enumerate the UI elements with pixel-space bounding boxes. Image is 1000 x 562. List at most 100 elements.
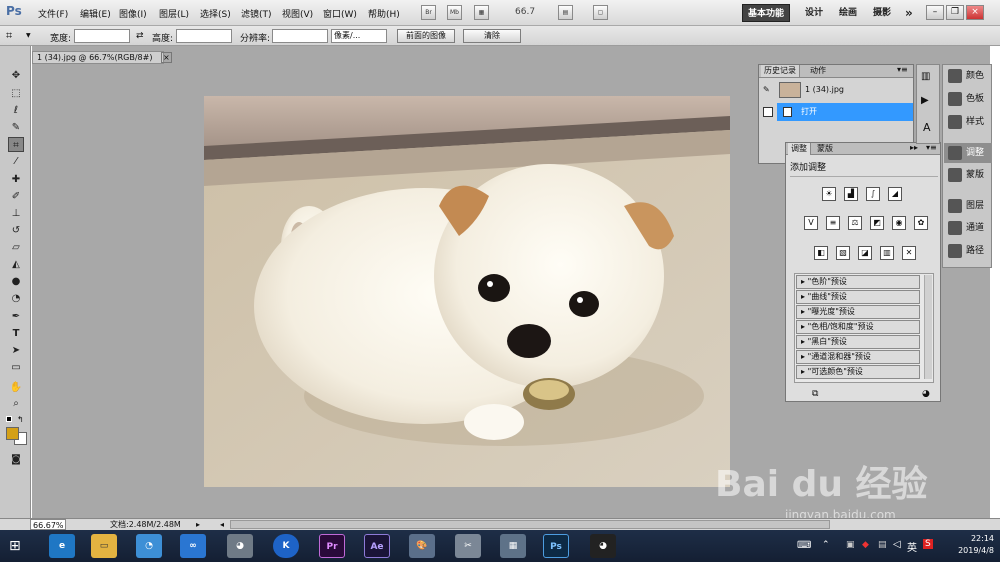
type-tool-icon[interactable]: T bbox=[8, 326, 24, 341]
levels-icon[interactable]: ▟ bbox=[844, 187, 858, 201]
document-image[interactable] bbox=[204, 96, 730, 487]
screen-mode-icon[interactable]: ▢ bbox=[593, 5, 608, 20]
browser-icon[interactable]: ◔ bbox=[136, 534, 162, 558]
posterize-icon[interactable]: ▧ bbox=[836, 246, 850, 260]
menu-file[interactable]: 文件(F) bbox=[38, 7, 68, 20]
paint-icon[interactable]: 🎨 bbox=[409, 534, 435, 558]
menu-edit[interactable]: 编辑(E) bbox=[80, 7, 111, 20]
preset-hue-saturation[interactable]: ▸ "色相/饱和度"预设 bbox=[796, 320, 920, 334]
dock-paths[interactable]: 路径 bbox=[944, 241, 992, 261]
collapse-icon[interactable]: ▸▸ bbox=[910, 143, 918, 152]
tray-antivirus-icon[interactable]: ◆ bbox=[862, 540, 869, 550]
sogou-ime-icon[interactable]: S bbox=[923, 539, 933, 549]
preset-exposure[interactable]: ▸ "曝光度"预设 bbox=[796, 305, 920, 319]
actions-dock-icon[interactable]: ▶ bbox=[921, 95, 929, 106]
history-step-row[interactable]: 打开 bbox=[759, 103, 913, 121]
healing-brush-tool-icon[interactable]: ✚ bbox=[8, 172, 24, 187]
qq-icon[interactable]: ◕ bbox=[590, 534, 616, 558]
workspace-basic[interactable]: 基本功能 bbox=[742, 4, 791, 22]
invert-icon[interactable]: ◧ bbox=[814, 246, 828, 260]
chevron-down-icon[interactable]: ▼ bbox=[26, 32, 31, 39]
resolution-unit-select[interactable]: 像素/... bbox=[331, 29, 387, 43]
history-dock-icon[interactable]: ▥ bbox=[921, 71, 930, 82]
quick-select-tool-icon[interactable]: ✎ bbox=[8, 120, 24, 135]
network-icon[interactable]: ▤ bbox=[878, 540, 887, 550]
arrange-documents-icon[interactable]: ▤ bbox=[558, 5, 573, 20]
zoom-tool-icon[interactable]: ⌕ bbox=[8, 396, 24, 411]
brightness-contrast-icon[interactable]: ☀ bbox=[822, 187, 836, 201]
dock-channels[interactable]: 通道 bbox=[944, 218, 992, 238]
gradient-map-icon[interactable]: ▥ bbox=[880, 246, 894, 260]
workspace-design[interactable]: 设计 bbox=[800, 4, 828, 22]
preset-levels[interactable]: ▸ "色阶"预设 bbox=[796, 275, 920, 289]
marquee-tool-icon[interactable]: ⬚ bbox=[8, 86, 24, 101]
move-tool-icon[interactable]: ✥ bbox=[8, 68, 24, 83]
dock-masks[interactable]: 蒙版 bbox=[944, 165, 992, 185]
curves-icon[interactable]: ∫ bbox=[866, 187, 880, 201]
exposure-icon[interactable]: ◢ bbox=[888, 187, 902, 201]
close-icon[interactable]: × bbox=[966, 5, 984, 20]
dock-layers[interactable]: 图层 bbox=[944, 196, 992, 216]
preset-black-white[interactable]: ▸ "黑白"预设 bbox=[796, 335, 920, 349]
swap-icon[interactable]: ⇄ bbox=[136, 31, 144, 41]
preset-selective-color[interactable]: ▸ "可选颜色"预设 bbox=[796, 365, 920, 379]
premiere-icon[interactable]: Pr bbox=[319, 534, 345, 558]
pen-tool-icon[interactable]: ✒ bbox=[8, 309, 24, 324]
workspace-paint[interactable]: 绘画 bbox=[834, 4, 862, 22]
height-input[interactable] bbox=[176, 29, 232, 43]
view-extras-icon[interactable]: ▦ bbox=[474, 5, 489, 20]
clone-stamp-tool-icon[interactable]: ⊥ bbox=[8, 206, 24, 221]
swap-colors-icon[interactable]: ↰ bbox=[17, 415, 24, 424]
brush-tool-icon[interactable]: ✐ bbox=[8, 189, 24, 204]
source-brush-icon[interactable]: ✎ bbox=[763, 81, 770, 99]
menu-window[interactable]: 窗口(W) bbox=[323, 7, 357, 20]
after-effects-icon[interactable]: Ae bbox=[364, 534, 390, 558]
dock-styles[interactable]: 样式 bbox=[944, 112, 992, 132]
add-mask-icon[interactable]: ◕ bbox=[922, 389, 930, 399]
hand-tool-icon[interactable]: ✋ bbox=[8, 380, 24, 395]
tray-chevron-icon[interactable]: ⌃ bbox=[822, 540, 830, 550]
preset-curves[interactable]: ▸ "曲线"预设 bbox=[796, 290, 920, 304]
ime-language[interactable]: 英 bbox=[907, 539, 917, 554]
default-colors-icon[interactable] bbox=[6, 416, 12, 422]
source-checkbox-icon[interactable] bbox=[763, 107, 773, 117]
menu-layer[interactable]: 图层(L) bbox=[159, 7, 189, 20]
menu-image[interactable]: 图像(I) bbox=[119, 7, 147, 20]
keyboard-icon[interactable]: ⌨ bbox=[797, 540, 811, 551]
front-image-button[interactable]: 前面的图像 bbox=[397, 29, 455, 43]
clip-to-layer-icon[interactable]: ⧉ bbox=[812, 389, 818, 399]
document-tab[interactable]: 1 (34).jpg @ 66.7%(RGB/8#) × bbox=[32, 51, 172, 64]
calculator-icon[interactable]: ▦ bbox=[500, 534, 526, 558]
path-selection-tool-icon[interactable]: ➤ bbox=[8, 343, 24, 358]
zoom-level-select[interactable]: 66.7 bbox=[515, 7, 535, 17]
panel-menu-icon[interactable]: ▾≡ bbox=[926, 143, 937, 152]
blur-tool-icon[interactable]: ● bbox=[8, 274, 24, 289]
eyedropper-tool-icon[interactable]: ⁄ bbox=[8, 154, 24, 169]
bridge-button[interactable]: Br bbox=[421, 5, 436, 20]
photoshop-icon[interactable]: Ps bbox=[543, 534, 569, 558]
dock-swatches[interactable]: 色板 bbox=[944, 89, 992, 109]
taskbar-clock[interactable]: 22:14 2019/4/8 bbox=[948, 533, 994, 557]
panel-menu-icon[interactable]: ▾≡ bbox=[897, 65, 908, 74]
status-menu-icon[interactable]: ▸ bbox=[196, 519, 200, 530]
black-white-icon[interactable]: ◩ bbox=[870, 216, 884, 230]
tab-history[interactable]: 历史记录 bbox=[761, 65, 800, 77]
baidu-netdisk-icon[interactable]: ∞ bbox=[180, 534, 206, 558]
paint-bucket-tool-icon[interactable]: ◭ bbox=[8, 257, 24, 272]
k-icon[interactable]: K bbox=[273, 534, 299, 558]
menu-select[interactable]: 选择(S) bbox=[200, 7, 231, 20]
history-snapshot-row[interactable]: ✎ 1 (34).jpg bbox=[759, 81, 913, 99]
horizontal-scrollbar[interactable] bbox=[230, 520, 830, 529]
crop-tool-icon[interactable]: ⌗ bbox=[8, 137, 24, 152]
preset-channel-mixer[interactable]: ▸ "通道混和器"预设 bbox=[796, 350, 920, 364]
character-dock-icon[interactable]: A bbox=[923, 121, 931, 134]
workspace-photo[interactable]: 摄影 bbox=[868, 4, 896, 22]
hue-saturation-icon[interactable]: ≡ bbox=[826, 216, 840, 230]
channel-mixer-icon[interactable]: ✿ bbox=[914, 216, 928, 230]
photo-filter-icon[interactable]: ◉ bbox=[892, 216, 906, 230]
tab-adjustments[interactable]: 调整 bbox=[788, 143, 811, 155]
ie-icon[interactable]: e bbox=[49, 534, 75, 558]
tray-app-icon[interactable]: ▣ bbox=[846, 540, 855, 550]
capture-icon[interactable]: ✂ bbox=[455, 534, 481, 558]
crop-tool-preset-icon[interactable]: ⌗ bbox=[6, 29, 12, 43]
